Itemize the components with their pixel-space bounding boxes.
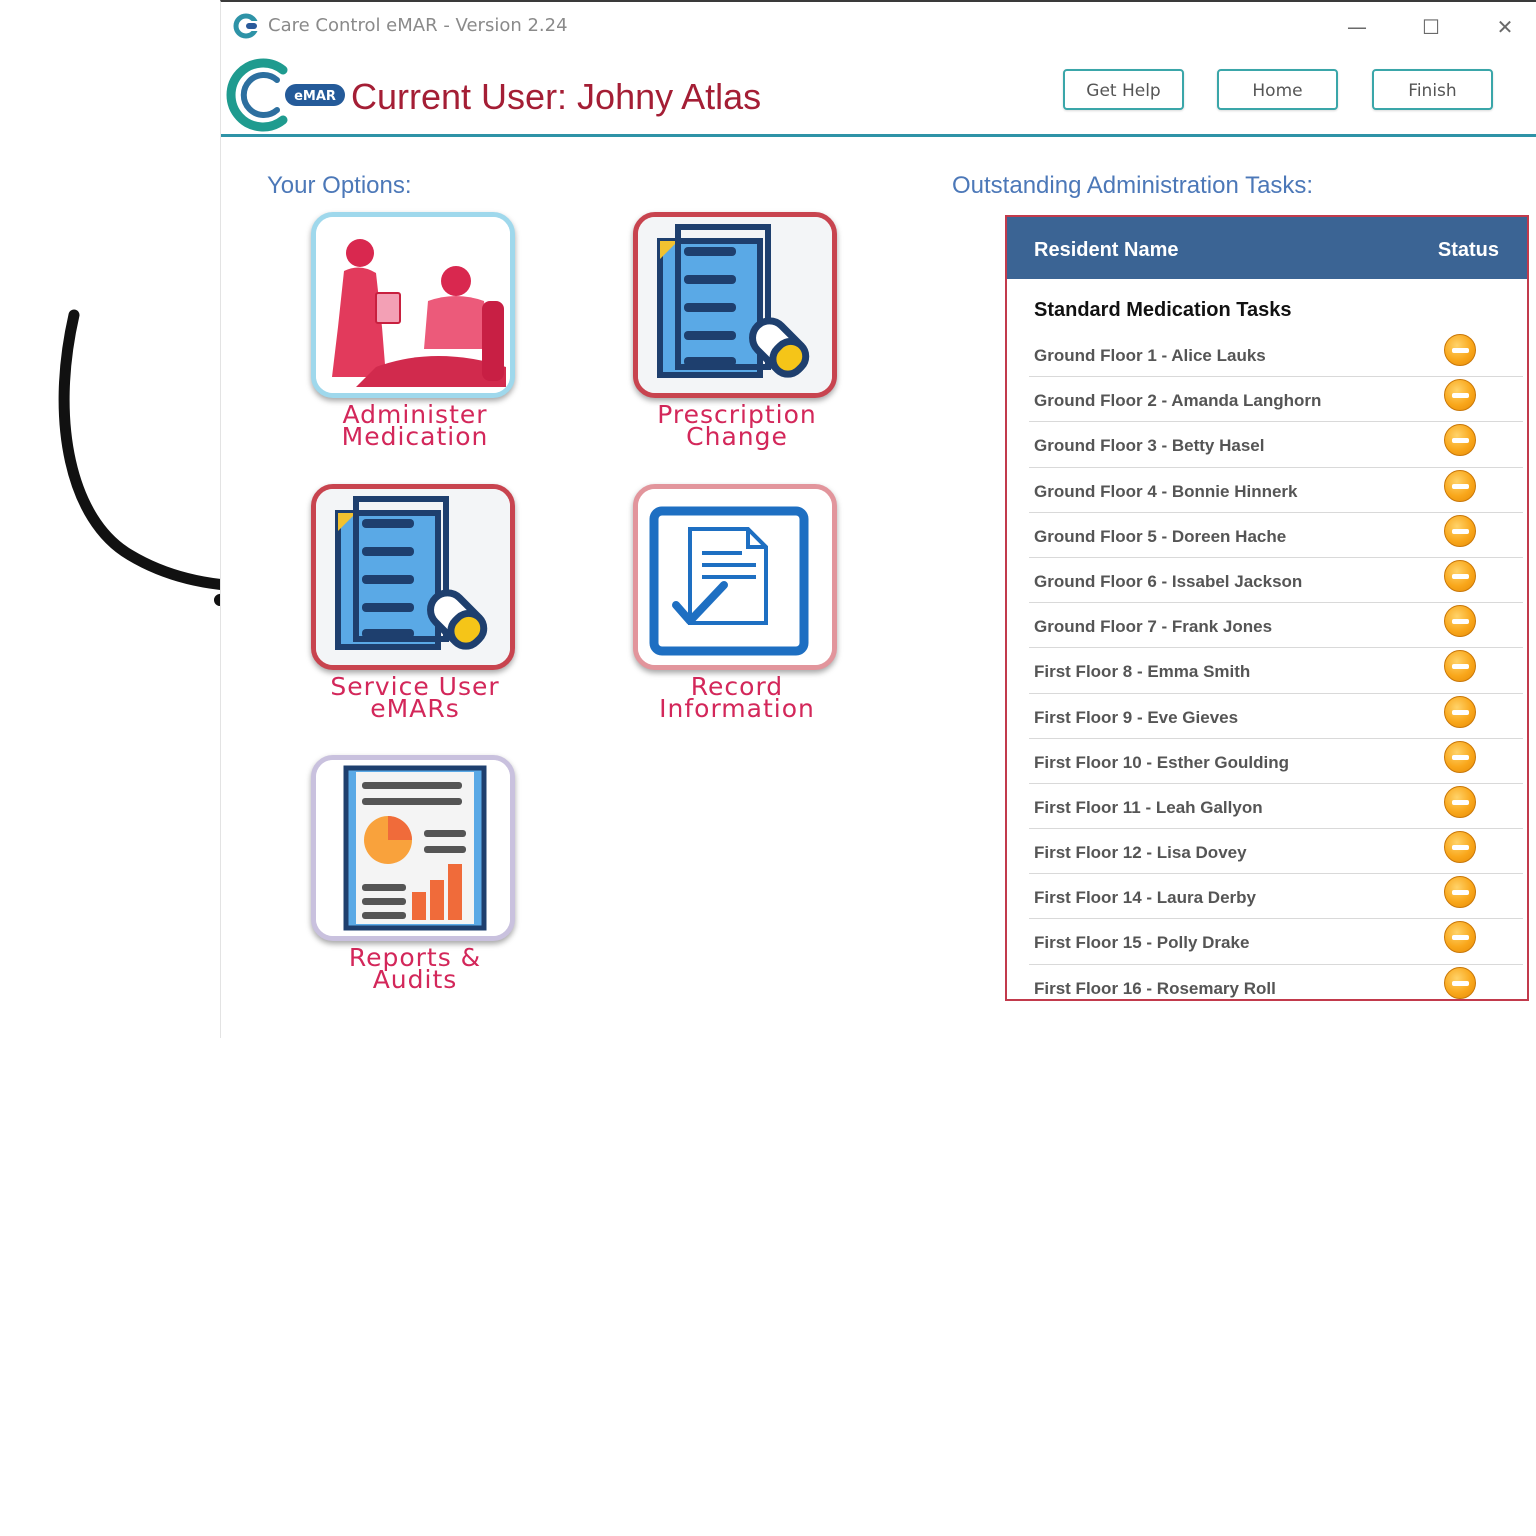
column-header-resident-name: Resident Name xyxy=(1034,239,1179,261)
resident-name: Ground Floor 5 - Doreen Hache xyxy=(1034,526,1287,546)
table-header: Resident Name Status xyxy=(1007,217,1527,279)
pending-minus-icon xyxy=(1444,424,1476,457)
record-information-label: Record Information xyxy=(659,672,815,723)
column-header-status: Status xyxy=(1437,239,1499,261)
current-user-label: Current User: Johny Atlas xyxy=(351,76,762,117)
table-row[interactable]: Ground Floor 3 - Betty Hasel xyxy=(1029,422,1523,468)
header-divider xyxy=(221,134,1536,137)
table-row[interactable]: Ground Floor 7 - Frank Jones xyxy=(1029,603,1523,649)
table-row[interactable]: First Floor 14 - Laura Derby xyxy=(1029,874,1523,920)
pending-minus-icon xyxy=(1444,921,1476,954)
prescription-document-icon xyxy=(638,217,832,393)
close-button[interactable]: ✕ xyxy=(1487,10,1523,44)
table-row[interactable]: Ground Floor 4 - Bonnie Hinnerk xyxy=(1029,468,1523,513)
table-row[interactable]: First Floor 15 - Polly Drake xyxy=(1029,919,1523,965)
service-user-emars-label: Service User eMARs xyxy=(330,672,500,723)
resident-name: First Floor 15 - Polly Drake xyxy=(1034,933,1250,953)
administer-medication-icon xyxy=(316,217,510,393)
resident-name: First Floor 9 - Eve Gieves xyxy=(1034,707,1239,727)
prescription-change-tile[interactable]: Prescription Change xyxy=(633,212,841,451)
pending-minus-icon xyxy=(1444,740,1476,773)
options-title: Your Options: xyxy=(267,172,412,199)
resident-name: Ground Floor 7 - Frank Jones xyxy=(1034,617,1273,637)
pending-minus-icon xyxy=(1444,469,1476,502)
reports-audits-tile[interactable]: Reports & Audits xyxy=(311,755,519,994)
resident-name: First Floor 14 - Laura Derby xyxy=(1034,888,1256,908)
get-help-button[interactable]: Get Help xyxy=(1063,69,1184,110)
logo-badge-text: eMAR xyxy=(294,89,336,104)
administer-medication-label: Administer Medication xyxy=(341,400,489,451)
table-row[interactable]: First Floor 12 - Lisa Dovey xyxy=(1029,829,1523,875)
prescription-change-label: Prescription Change xyxy=(657,400,817,451)
emar-document-icon xyxy=(316,489,510,665)
pending-minus-icon xyxy=(1444,559,1476,592)
table-row[interactable]: Ground Floor 2 - Amanda Langhorn xyxy=(1029,377,1523,423)
window-title: Care Control eMAR - Version 2.24 xyxy=(268,15,568,36)
table-row[interactable]: Ground Floor 5 - Doreen Hache xyxy=(1029,513,1523,558)
app-window: Care Control eMAR - Version 2.24 — ☐ ✕ e… xyxy=(220,0,1536,1038)
table-row[interactable]: First Floor 8 - Emma Smith xyxy=(1029,648,1523,694)
resident-name: Ground Floor 4 - Bonnie Hinnerk xyxy=(1034,481,1298,501)
record-information-tile[interactable]: Record Information xyxy=(633,484,841,723)
table-row[interactable]: Ground Floor 6 - Issabel Jackson xyxy=(1029,558,1523,604)
home-button[interactable]: Home xyxy=(1217,69,1338,110)
resident-name: Ground Floor 6 - Issabel Jackson xyxy=(1034,571,1303,591)
pending-minus-icon xyxy=(1444,695,1476,728)
table-row[interactable]: First Floor 10 - Esther Goulding xyxy=(1029,739,1523,784)
pending-minus-icon xyxy=(1444,831,1476,864)
resident-name: First Floor 12 - Lisa Dovey xyxy=(1034,843,1247,863)
resident-name: First Floor 11 - Leah Gallyon xyxy=(1034,797,1263,817)
resident-name: First Floor 8 - Emma Smith xyxy=(1034,662,1251,682)
resident-name: Ground Floor 3 - Betty Hasel xyxy=(1034,436,1265,456)
outstanding-tasks-table: Resident Name Status Standard Medication… xyxy=(1005,215,1529,1001)
table-row[interactable]: First Floor 9 - Eve Gieves xyxy=(1029,694,1523,739)
service-user-emars-tile[interactable]: Service User eMARs xyxy=(311,484,519,723)
maximize-button[interactable]: ☐ xyxy=(1413,10,1449,44)
pending-minus-icon xyxy=(1444,334,1476,366)
pending-minus-icon xyxy=(1444,876,1476,909)
table-row[interactable]: First Floor 16 - Rosemary Roll xyxy=(1029,965,1523,999)
tasks-title: Outstanding Administration Tasks: xyxy=(952,172,1314,199)
task-rows: Ground Floor 1 - Alice Lauks Ground Floor… xyxy=(1029,332,1523,999)
title-bar: Care Control eMAR - Version 2.24 — ☐ ✕ xyxy=(221,2,1536,52)
finish-button[interactable]: Finish xyxy=(1372,69,1493,110)
resident-name: Ground Floor 2 - Amanda Langhorn xyxy=(1034,391,1322,411)
pending-minus-icon xyxy=(1444,379,1476,412)
administer-medication-tile[interactable]: Administer Medication xyxy=(311,212,519,451)
resident-name: First Floor 16 - Rosemary Roll xyxy=(1034,978,1276,998)
record-checklist-icon xyxy=(638,489,832,665)
task-group-title: Standard Medication Tasks xyxy=(1034,299,1292,321)
pending-minus-icon xyxy=(1444,605,1476,638)
pending-minus-icon xyxy=(1444,966,1476,999)
resident-name: Ground Floor 1 - Alice Lauks xyxy=(1034,346,1266,365)
reports-chart-icon xyxy=(316,760,510,936)
table-row[interactable]: Ground Floor 1 - Alice Lauks xyxy=(1029,332,1523,378)
care-control-logo: eMAR xyxy=(226,58,345,132)
minimize-button[interactable]: — xyxy=(1339,10,1375,44)
pending-minus-icon xyxy=(1444,514,1476,547)
resident-name: First Floor 10 - Esther Goulding xyxy=(1034,752,1290,772)
reports-audits-label: Reports & Audits xyxy=(348,943,482,994)
pending-minus-icon xyxy=(1444,650,1476,683)
pending-minus-icon xyxy=(1444,785,1476,818)
table-row[interactable]: First Floor 11 - Leah Gallyon xyxy=(1029,784,1523,830)
app-logo-icon xyxy=(233,13,259,39)
